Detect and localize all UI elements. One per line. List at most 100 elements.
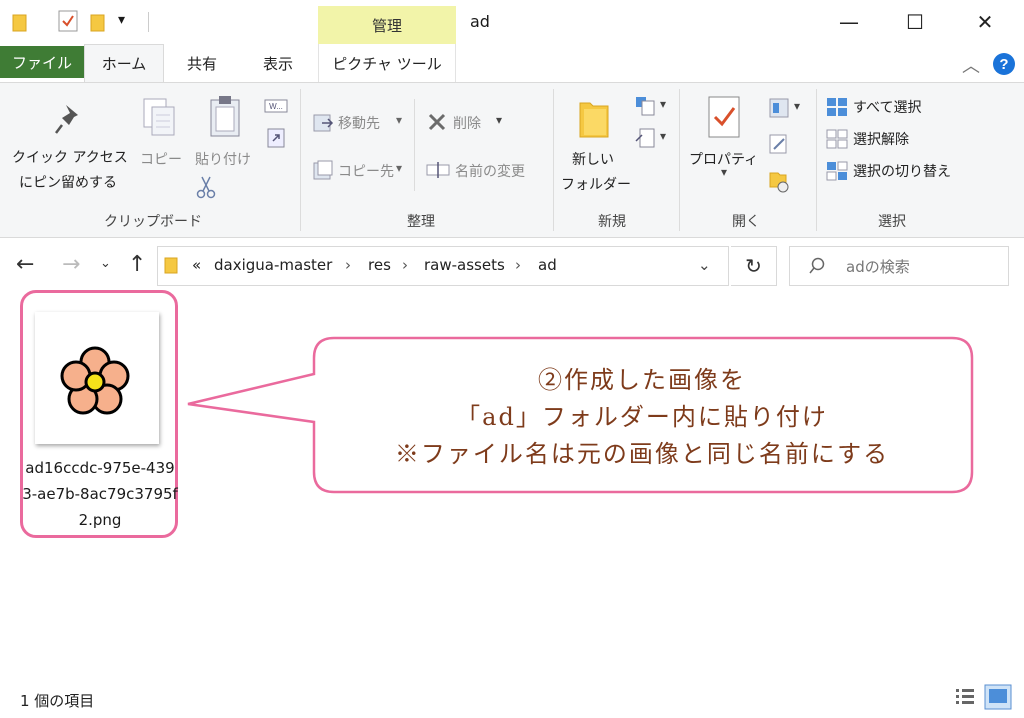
file-thumbnail[interactable] (35, 312, 159, 444)
copy-path-icon[interactable]: W... (264, 99, 288, 113)
group-separator (679, 89, 680, 231)
group-select-label: 選択 (878, 214, 906, 230)
select-none-button[interactable]: 選択解除 (853, 129, 909, 149)
paste-shortcut-icon[interactable] (266, 127, 286, 149)
ribbon-tabs: ファイル ホーム 共有 表示 ピクチャ ツール ︿ ? (0, 44, 1024, 82)
refresh-button[interactable]: ↻ (731, 246, 777, 286)
easy-access-dropdown-icon[interactable]: ▾ (660, 129, 666, 143)
details-view-icon[interactable] (954, 686, 976, 708)
tab-home[interactable]: ホーム (84, 44, 164, 82)
copy-to-dropdown-icon[interactable]: ▾ (396, 161, 402, 175)
group-separator (553, 89, 554, 231)
back-arrow-icon[interactable]: ← (16, 252, 34, 277)
breadcrumb-item[interactable]: daxigua-master (214, 256, 332, 274)
inner-separator (414, 99, 415, 191)
cut-scissors-icon[interactable] (196, 175, 216, 199)
navigation-bar: ← → ⌄ ↑ « daxigua-master › res › raw-ass… (0, 238, 1024, 294)
paste-label[interactable]: 貼り付け (195, 149, 251, 169)
up-arrow-icon[interactable]: ↑ (128, 252, 146, 277)
copy-label[interactable]: コピー (140, 149, 182, 169)
breadcrumb-separator-icon[interactable]: › (345, 256, 351, 274)
breadcrumb-item[interactable]: ad (538, 256, 557, 274)
delete-button[interactable]: 削除 (453, 113, 481, 133)
properties-icon[interactable] (706, 95, 742, 139)
group-new-label: 新規 (598, 214, 626, 230)
title-bar: ▾ 管理 ad — ☐ ✕ (0, 0, 1024, 44)
paste-icon[interactable] (208, 95, 244, 139)
forward-arrow-icon[interactable]: → (62, 252, 80, 277)
search-icon (809, 257, 825, 274)
copy-to-button[interactable]: コピー先 (338, 161, 394, 181)
new-item-dropdown-icon[interactable]: ▾ (660, 97, 666, 111)
easy-access-icon[interactable] (634, 127, 658, 149)
collapse-ribbon-icon[interactable]: ︿ (962, 52, 980, 78)
svg-text:?: ? (999, 56, 1008, 73)
select-all-button[interactable]: すべて選択 (853, 97, 921, 117)
group-clipboard-label: クリップボード (104, 214, 202, 230)
ribbon: クイック アクセス にピン留めする コピー 貼り付け W... クリップボード … (0, 82, 1024, 238)
pin-quick-access-label[interactable]: クイック アクセス (12, 147, 128, 167)
address-dropdown-icon[interactable]: ⌄ (698, 256, 711, 274)
copy-icon[interactable] (142, 97, 178, 139)
flower-icon (60, 346, 130, 415)
invert-selection-icon[interactable] (826, 161, 848, 181)
edit-icon[interactable] (768, 133, 790, 155)
close-button[interactable]: ✕ (968, 8, 1002, 36)
callout-line: ②作成した画像を (538, 366, 746, 394)
window-title: ad (470, 12, 490, 31)
tab-view[interactable]: 表示 (248, 44, 308, 82)
properties-dropdown-icon[interactable]: ▾ (721, 165, 727, 179)
breadcrumb-item[interactable]: raw-assets (424, 256, 505, 274)
recent-locations-icon[interactable]: ⌄ (100, 256, 111, 271)
search-placeholder[interactable]: adの検索 (846, 256, 910, 277)
breadcrumb-separator-icon[interactable]: › (402, 256, 408, 274)
select-none-icon[interactable] (826, 129, 848, 149)
group-open-label: 開く (732, 214, 760, 230)
large-icons-view-icon[interactable] (984, 684, 1012, 710)
group-separator (300, 89, 301, 231)
rename-icon[interactable] (426, 161, 450, 179)
folder-icon[interactable] (12, 12, 28, 32)
help-icon[interactable]: ? (992, 52, 1016, 76)
minimize-button[interactable]: — (832, 8, 866, 36)
group-separator (816, 89, 817, 231)
group-organize-label: 整理 (407, 214, 435, 230)
copy-to-icon[interactable] (312, 159, 334, 181)
new-folder-label[interactable]: 新しい (572, 149, 614, 169)
pin-quick-access-label-2[interactable]: にピン留めする (19, 172, 117, 192)
new-item-icon[interactable] (634, 95, 658, 117)
move-to-icon[interactable] (312, 111, 334, 133)
breadcrumb-separator-icon[interactable]: › (515, 256, 521, 274)
open-dropdown-icon[interactable]: ▾ (794, 99, 800, 113)
pin-icon[interactable] (52, 101, 86, 137)
invert-selection-button[interactable]: 選択の切り替え (853, 161, 951, 181)
new-folder-icon[interactable] (90, 12, 106, 32)
move-to-button[interactable]: 移動先 (338, 113, 380, 133)
delete-dropdown-icon[interactable]: ▾ (496, 113, 502, 127)
delete-x-icon[interactable] (426, 111, 448, 133)
new-folder-large-icon[interactable] (578, 97, 610, 139)
svg-text:W...: W... (269, 102, 283, 111)
open-icon[interactable] (768, 97, 792, 119)
breadcrumb-item[interactable]: res (368, 256, 391, 274)
rename-button[interactable]: 名前の変更 (455, 161, 525, 181)
tab-file[interactable]: ファイル (0, 46, 84, 78)
callout-text: ②作成した画像を 「ad」フォルダー内に貼り付け ※ファイル名は元の画像と同じ名… (310, 362, 974, 473)
select-all-icon[interactable] (826, 97, 848, 117)
callout-line: 「ad」フォルダー内に貼り付け (456, 403, 828, 431)
callout-line: ※ファイル名は元の画像と同じ名前にする (394, 440, 890, 468)
divider (148, 12, 149, 32)
new-folder-label-2[interactable]: フォルダー (561, 174, 631, 194)
move-to-dropdown-icon[interactable]: ▾ (396, 113, 402, 127)
file-name-label[interactable]: ad16ccdc-975e-4393-ae7b-8ac79c3795f2.png (22, 455, 178, 533)
folder-icon (164, 257, 178, 274)
history-icon[interactable] (768, 169, 790, 193)
properties-checkmark-icon[interactable] (58, 10, 78, 32)
breadcrumb-overflow[interactable]: « (192, 256, 201, 274)
status-item-count: 1 個の項目 (20, 692, 95, 710)
contextual-tab-manage[interactable]: 管理 (318, 6, 456, 44)
quick-access-dropdown-icon[interactable]: ▾ (118, 12, 125, 28)
maximize-button[interactable]: ☐ (898, 8, 932, 36)
tab-picture-tools[interactable]: ピクチャ ツール (318, 44, 456, 82)
tab-share[interactable]: 共有 (172, 44, 232, 82)
